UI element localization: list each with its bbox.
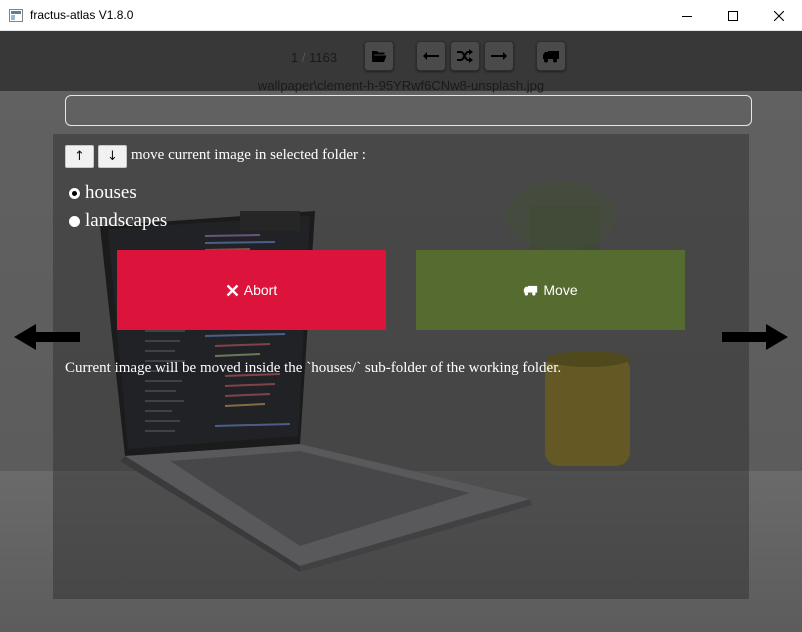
move-button[interactable]: Move: [416, 250, 685, 330]
abort-button[interactable]: Abort: [117, 250, 386, 330]
folder-label[interactable]: houses: [85, 182, 137, 204]
toolbar: 1 / 1163: [0, 39, 802, 75]
close-icon: [774, 10, 784, 21]
destination-info: Current image will be moved inside the `…: [65, 360, 562, 376]
window-title: fractus-atlas V1.8.0: [30, 8, 134, 22]
next-image-arrow[interactable]: [722, 323, 790, 356]
radio-unchecked-icon[interactable]: [68, 214, 81, 228]
minimize-button[interactable]: [664, 0, 710, 31]
truck-icon: [523, 285, 538, 296]
x-icon: [226, 284, 239, 297]
move-up-button[interactable]: ↑: [65, 145, 94, 168]
folder-option-landscapes[interactable]: landscapes: [68, 210, 167, 232]
arrow-right-icon: [722, 324, 788, 350]
move-label: Move: [543, 282, 578, 298]
minimize-icon: [682, 15, 692, 17]
truck-icon: [543, 50, 559, 62]
move-down-button[interactable]: ↓: [98, 145, 127, 168]
move-panel: ↑ ↓ move current image in selected folde…: [53, 134, 749, 599]
viewer-area: 1 / 1163 wallpaper\clement-h-95YRwf6CNw8…: [0, 31, 802, 632]
abort-label: Abort: [243, 282, 278, 298]
close-button[interactable]: [756, 0, 802, 31]
previous-button[interactable]: [416, 41, 446, 71]
arrow-left-icon: [423, 52, 439, 60]
shuffle-icon: [457, 49, 473, 63]
random-button[interactable]: [450, 41, 480, 71]
folder-filter-input[interactable]: [65, 95, 752, 126]
maximize-button[interactable]: [710, 0, 756, 31]
current-index: 1: [291, 50, 299, 65]
app-icon: [9, 9, 23, 22]
move-mode-button[interactable]: [536, 41, 566, 71]
folder-option-houses[interactable]: houses: [68, 182, 137, 204]
title-bar: fractus-atlas V1.8.0: [0, 0, 802, 31]
open-folder-button[interactable]: [364, 41, 394, 71]
file-path: wallpaper\clement-h-95YRwf6CNw8-unsplash…: [257, 78, 545, 93]
folder-open-icon: [372, 51, 387, 62]
next-button[interactable]: [484, 41, 514, 71]
radio-checked-icon[interactable]: [68, 186, 81, 200]
arrow-right-icon: [491, 52, 507, 60]
maximize-icon: [728, 10, 738, 21]
arrow-left-icon: [14, 324, 80, 350]
previous-image-arrow[interactable]: [14, 323, 82, 356]
total-count: 1163: [309, 50, 338, 65]
folder-label[interactable]: landscapes: [85, 210, 167, 232]
move-instruction-label: move current image in selected folder :: [131, 147, 366, 163]
counter-separator: /: [301, 50, 306, 65]
image-counter: 1 / 1163: [291, 50, 337, 65]
